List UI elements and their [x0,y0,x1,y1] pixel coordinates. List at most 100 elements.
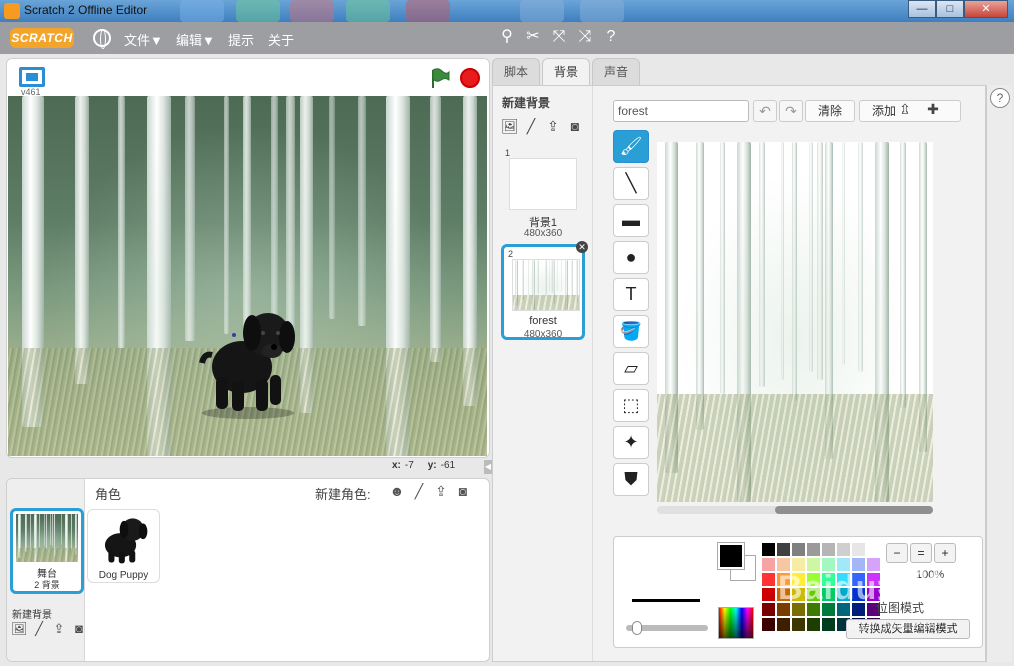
palette-color-swatch[interactable] [837,588,850,601]
palette-color-swatch[interactable] [762,558,775,571]
palette-color-swatch[interactable] [792,603,805,616]
palette-color-swatch[interactable] [792,543,805,556]
palette-color-swatch[interactable] [852,543,865,556]
upload-icon[interactable]: ⇪ [51,622,67,636]
palette-color-swatch[interactable] [807,618,820,631]
clear-button[interactable]: 清除 [805,100,855,122]
text-tool-icon[interactable]: T [613,278,649,311]
palette-color-swatch[interactable] [852,588,865,601]
canvas-scrollbar[interactable] [657,506,933,514]
dog-puppy-sprite[interactable] [198,305,298,420]
eraser-tool-icon[interactable]: ▱ [613,352,649,385]
brush-tool-icon[interactable]: 🖌 [613,130,649,163]
sprite-library-icon[interactable]: ☻ [389,483,405,499]
tab-sounds[interactable]: 声音 [592,58,640,86]
paint-icon[interactable]: ╱ [411,483,427,499]
palette-color-swatch[interactable] [762,603,775,616]
shrink-icon[interactable]: ⤨ [576,28,594,46]
palette-color-swatch[interactable] [867,543,880,556]
tab-backdrops[interactable]: 背景 [542,58,590,87]
palette-color-swatch[interactable] [852,573,865,586]
close-button[interactable]: ✕ [964,0,1008,18]
sprite-tile[interactable]: Dog Puppy [87,509,160,583]
grow-icon[interactable]: ⤧ [550,28,568,46]
palette-color-swatch[interactable] [807,543,820,556]
minimize-button[interactable]: — [908,0,936,18]
palette-color-swatch[interactable] [807,588,820,601]
palette-color-swatch[interactable] [822,543,835,556]
palette-color-swatch[interactable] [837,603,850,616]
palette-color-swatch[interactable] [762,618,775,631]
upload-icon[interactable]: ⇪ [545,118,561,134]
camera-icon[interactable]: ◙ [567,118,583,134]
palette-color-swatch[interactable] [822,603,835,616]
palette-color-swatch[interactable] [792,588,805,601]
select-tool-icon[interactable]: ⬚ [613,389,649,422]
backdrop-library-icon[interactable]: 🖼 [501,118,519,134]
palette-color-swatch[interactable] [822,573,835,586]
stamp-tool-icon[interactable]: ⛊ [613,463,649,496]
backdrop-item-selected[interactable]: 2 forest 480x360 ✕ [501,241,588,340]
collapse-stage-arrow-icon[interactable]: ◀ [484,460,492,474]
zoom-reset-icon[interactable]: = [910,543,932,563]
palette-color-swatch[interactable] [792,573,805,586]
upload-icon[interactable]: ⇪ [433,483,449,499]
color-picker-spectrum[interactable] [718,607,754,639]
palette-color-swatch[interactable] [822,558,835,571]
fill-tool-icon[interactable]: 🪣 [613,315,649,348]
stroke-width-slider[interactable] [626,621,708,635]
palette-color-swatch[interactable] [852,558,865,571]
palette-color-swatch[interactable] [852,603,865,616]
palette-color-swatch[interactable] [807,603,820,616]
line-tool-icon[interactable]: ╲ [613,167,649,200]
palette-color-swatch[interactable] [777,588,790,601]
primary-color-swatch[interactable] [717,542,745,570]
import-icon[interactable]: ⇫ [893,96,917,122]
fullscreen-icon[interactable] [19,67,45,87]
palette-color-swatch[interactable] [777,558,790,571]
stop-button[interactable] [460,68,480,88]
tab-scripts[interactable]: 脚本 [492,58,540,86]
camera-icon[interactable]: ◙ [455,483,471,499]
palette-color-swatch[interactable] [777,603,790,616]
menu-tips[interactable]: 提示 [228,30,254,49]
palette-color-swatch[interactable] [777,618,790,631]
palette-color-swatch[interactable] [837,558,850,571]
palette-color-swatch[interactable] [807,573,820,586]
convert-to-vector-button[interactable]: 转换成矢量编辑模式 [846,619,970,639]
rectangle-tool-icon[interactable]: ▬ [613,204,649,237]
paint-icon[interactable]: ╱ [523,118,539,134]
palette-color-swatch[interactable] [822,588,835,601]
zoom-in-icon[interactable]: + [934,543,956,563]
maximize-button[interactable]: □ [936,0,964,18]
palette-color-swatch[interactable] [837,543,850,556]
menu-edit[interactable]: 编辑▼ [176,30,215,49]
palette-color-swatch[interactable] [822,618,835,631]
ellipse-tool-icon[interactable]: ● [613,241,649,274]
delete-backdrop-icon[interactable]: ✕ [576,241,588,253]
backdrop-item[interactable]: 1 背景1 480x360 [501,146,585,242]
paint-canvas[interactable] [657,142,933,502]
menu-file[interactable]: 文件▼ [124,30,163,49]
green-flag-icon[interactable] [429,67,451,89]
menu-about[interactable]: 关于 [268,30,294,49]
backdrop-library-icon[interactable]: 🖼 [11,622,28,636]
palette-color-swatch[interactable] [762,543,775,556]
slider-knob[interactable] [632,621,642,635]
palette-color-swatch[interactable] [792,618,805,631]
undo-icon[interactable]: ↶ [753,100,777,122]
language-globe-icon[interactable] [93,29,111,49]
palette-color-swatch[interactable] [867,573,880,586]
zoom-out-icon[interactable]: − [886,543,908,563]
palette-color-swatch[interactable] [867,558,880,571]
remove-background-tool-icon[interactable]: ✦ [613,426,649,459]
palette-color-swatch[interactable] [792,558,805,571]
palette-color-swatch[interactable] [777,573,790,586]
palette-color-swatch[interactable] [837,573,850,586]
camera-icon[interactable]: ◙ [71,622,87,636]
help-icon[interactable]: ? [990,88,1010,108]
palette-color-swatch[interactable] [762,573,775,586]
redo-icon[interactable]: ↷ [779,100,803,122]
paint-icon[interactable]: ╱ [31,622,47,636]
stamp-icon[interactable]: ⚲ [498,28,516,46]
